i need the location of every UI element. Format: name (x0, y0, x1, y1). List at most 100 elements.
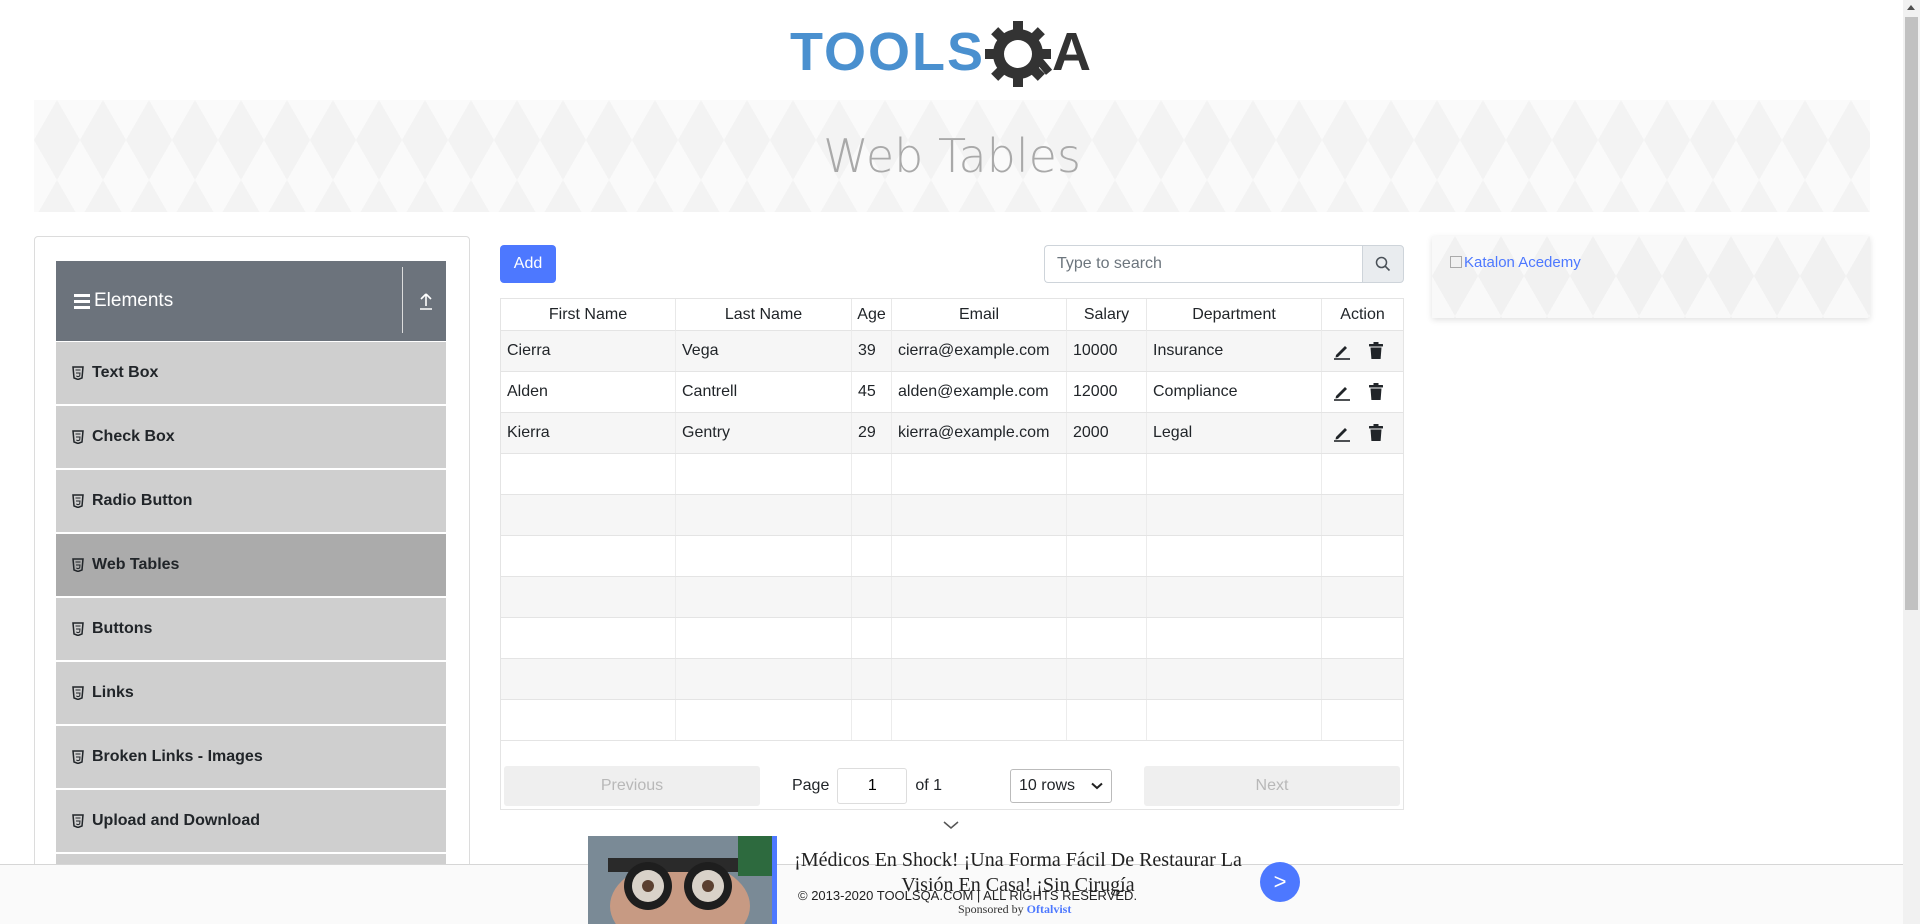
cell-salary (1067, 700, 1147, 740)
delete-icon[interactable] (1366, 341, 1386, 361)
page-jump-input[interactable] (837, 767, 908, 804)
page-scrollbar[interactable] (1903, 0, 1920, 924)
page: TOOLS A Web Tables Elements Text Box Che… (0, 0, 1920, 924)
footer-copyright: © 2013-2020 TOOLSQA.COM | ALL RIGHTS RES… (798, 888, 1138, 903)
cell-email (892, 536, 1067, 576)
cell-salary (1067, 618, 1147, 658)
sidebar-item-web-tables[interactable]: Web Tables (56, 534, 446, 596)
broken-image-icon (1450, 256, 1462, 268)
cell-age (852, 495, 892, 535)
cell-department: Insurance (1147, 331, 1322, 371)
cell-email (892, 495, 1067, 535)
chevron-down-icon (1091, 782, 1103, 789)
web-table: First Name Last Name Age Email Salary De… (500, 298, 1404, 810)
cell-first-name (501, 618, 676, 658)
sidebar-item-label: Radio Button (92, 492, 193, 509)
html5-icon (72, 494, 84, 508)
sidebar-item-label: Broken Links - Images (92, 748, 263, 765)
search-input[interactable] (1044, 245, 1362, 283)
scrollbar-thumb[interactable] (1905, 17, 1918, 610)
sidebar-item-upload-download[interactable]: Upload and Download (56, 790, 446, 852)
katalon-ad-alt-text: Katalon Acedemy (1464, 254, 1581, 271)
menu-icon (74, 291, 90, 312)
cell-first-name (501, 454, 676, 494)
table-row (501, 536, 1403, 577)
sidebar-item-buttons[interactable]: Buttons (56, 598, 446, 660)
html5-icon (72, 366, 84, 380)
cell-salary (1067, 659, 1147, 699)
edit-icon[interactable] (1332, 382, 1352, 402)
page-total: of 1 (915, 776, 943, 794)
sidebar-item-label: Buttons (92, 620, 153, 637)
table-row (501, 700, 1403, 741)
header-email[interactable]: Email (892, 299, 1067, 331)
sidebar-item-check-box[interactable]: Check Box (56, 406, 446, 468)
cell-last-name (676, 659, 852, 699)
add-button[interactable]: Add (500, 245, 556, 283)
toolsqa-logo[interactable]: TOOLS A (790, 14, 1120, 90)
sidebar-item-label: Upload and Download (92, 812, 260, 829)
chevron-down-icon[interactable] (942, 820, 960, 830)
cell-first-name (501, 495, 676, 535)
cell-age (852, 618, 892, 658)
cell-email: alden@example.com (892, 372, 1067, 412)
sidebar-item-label: Links (92, 684, 134, 701)
cell-department: Compliance (1147, 372, 1322, 412)
cell-last-name (676, 454, 852, 494)
html5-icon (72, 430, 84, 444)
cell-action (1322, 331, 1403, 371)
cell-department (1147, 454, 1322, 494)
header-first-name[interactable]: First Name (501, 299, 676, 331)
katalon-ad: Katalon Acedemy (1432, 236, 1870, 318)
table-header: First Name Last Name Age Email Salary De… (501, 299, 1403, 331)
search-button[interactable] (1362, 245, 1404, 283)
bottom-ad[interactable]: ¡Médicos En Shock! ¡Una Forma Fácil De R… (588, 836, 1300, 924)
sidebar-item-radio-button[interactable]: Radio Button (56, 470, 446, 532)
cell-salary (1067, 495, 1147, 535)
cell-action (1322, 495, 1403, 535)
header-last-name[interactable]: Last Name (676, 299, 852, 331)
cell-action (1322, 618, 1403, 658)
katalon-ad-link[interactable]: Katalon Acedemy (1450, 254, 1581, 271)
table-row (501, 495, 1403, 536)
cell-first-name: Alden (501, 372, 676, 412)
next-button[interactable]: Next (1144, 765, 1400, 806)
edit-icon[interactable] (1332, 341, 1352, 361)
gear-icon (985, 21, 1053, 87)
table-body: Cierra Vega 39 cierra@example.com 10000 Insur… (501, 331, 1403, 741)
sidebar-item-broken-links[interactable]: Broken Links - Images (56, 726, 446, 788)
header-age[interactable]: Age (852, 299, 892, 331)
table-row (501, 618, 1403, 659)
delete-icon[interactable] (1366, 382, 1386, 402)
cell-age: 29 (852, 413, 892, 453)
cell-age (852, 577, 892, 617)
cell-first-name: Kierra (501, 413, 676, 453)
header-salary[interactable]: Salary (1067, 299, 1147, 331)
search-icon (1375, 256, 1391, 272)
cell-department (1147, 700, 1322, 740)
sidebar-item-links[interactable]: Links (56, 662, 446, 724)
table-row: Cierra Vega 39 cierra@example.com 10000 Insur… (501, 331, 1403, 372)
sidebar-group-elements[interactable]: Elements (56, 261, 446, 341)
delete-icon[interactable] (1366, 423, 1386, 443)
rows-per-page-select[interactable]: 10 rows (1010, 768, 1113, 803)
edit-icon[interactable] (1332, 423, 1352, 443)
cell-action (1322, 454, 1403, 494)
html5-icon (72, 814, 84, 828)
scroll-up-arrow[interactable] (1907, 5, 1915, 10)
collapse-arrow-icon[interactable] (418, 291, 434, 311)
cell-email (892, 618, 1067, 658)
ad-go-button[interactable]: > (1260, 862, 1300, 902)
logo-text-left: TOOLS (790, 22, 985, 82)
ad-sponsor-name[interactable]: Oftalvist (1027, 902, 1072, 916)
table-row: Alden Cantrell 45 alden@example.com 12000 Com… (501, 372, 1403, 413)
html5-icon (72, 558, 84, 572)
previous-button[interactable]: Previous (504, 765, 760, 806)
page-info: Page of 1 10 rows (763, 767, 1141, 804)
cell-last-name: Cantrell (676, 372, 852, 412)
header-department[interactable]: Department (1147, 299, 1322, 331)
header-action: Action (1340, 306, 1385, 323)
cell-age: 39 (852, 331, 892, 371)
sidebar-item-text-box[interactable]: Text Box (56, 342, 446, 404)
sidebar-group-title: Elements (94, 290, 174, 311)
